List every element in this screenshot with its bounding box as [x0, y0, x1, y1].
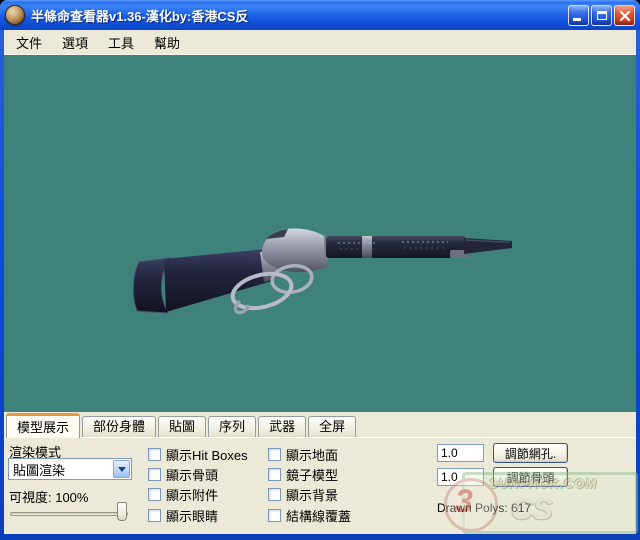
- checkbox-label: 顯示骨頭: [166, 465, 218, 484]
- menu-tools[interactable]: 工具: [98, 30, 144, 55]
- title-bar: 半條命查看器v1.36-漢化by:香港CS反: [0, 0, 640, 30]
- checkbox-show-background[interactable]: 顯示背景: [268, 485, 338, 504]
- checkbox-label: 顯示地面: [286, 445, 338, 464]
- menu-help[interactable]: 幫助: [144, 30, 190, 55]
- app-window: 半條命查看器v1.36-漢化by:香港CS反 文件 選項 工具 幫助: [0, 0, 640, 540]
- control-panel: 渲染模式 貼圖渲染 可視度: 100% 顯示Hit Boxes 顯示骨頭 顯示附…: [4, 437, 636, 534]
- tab-model-display[interactable]: 模型展示: [6, 413, 80, 438]
- checkbox-box[interactable]: [148, 488, 161, 501]
- checkbox-label: 鏡子模型: [286, 465, 338, 484]
- mesh-scale-input[interactable]: [437, 444, 484, 462]
- checkbox-box[interactable]: [148, 509, 161, 522]
- visibility-slider[interactable]: [8, 500, 130, 524]
- checkbox-label: 顯示附件: [166, 485, 218, 504]
- checkbox-show-ground[interactable]: 顯示地面: [268, 445, 338, 464]
- window-title: 半條命查看器v1.36-漢化by:香港CS反: [31, 6, 568, 25]
- drawn-polys-status: Drawn Polys: 617: [437, 501, 531, 515]
- checkbox-wireframe-overlay[interactable]: 結構線覆蓋: [268, 506, 351, 525]
- checkbox-label: 顯示Hit Boxes: [166, 445, 248, 464]
- checkbox-box[interactable]: [268, 468, 281, 481]
- menu-bar: 文件 選項 工具 幫助: [4, 30, 636, 55]
- tab-sequences[interactable]: 序列: [208, 416, 256, 437]
- menu-file[interactable]: 文件: [6, 30, 52, 55]
- minimize-icon: [573, 18, 581, 21]
- checkbox-box[interactable]: [148, 468, 161, 481]
- app-icon: [5, 5, 25, 25]
- tab-fullscreen[interactable]: 全屏: [308, 416, 356, 437]
- adjust-bones-button[interactable]: 調節骨頭: [493, 467, 568, 487]
- tab-weapons[interactable]: 武器: [258, 416, 306, 437]
- model-viewport[interactable]: [4, 55, 636, 412]
- checkbox-box[interactable]: [268, 488, 281, 501]
- checkbox-show-eyes[interactable]: 顯示眼睛: [148, 506, 218, 525]
- chevron-down-icon: [118, 467, 126, 472]
- close-button[interactable]: [614, 5, 635, 26]
- checkbox-box[interactable]: [148, 448, 161, 461]
- tab-strip: 模型展示 部份身體 貼圖 序列 武器 全屏: [4, 412, 636, 437]
- checkbox-mirror-model[interactable]: 鏡子模型: [268, 465, 338, 484]
- checkbox-box[interactable]: [268, 509, 281, 522]
- adjust-mesh-button[interactable]: 調節網孔.: [493, 443, 568, 463]
- menu-options[interactable]: 選項: [52, 30, 98, 55]
- tab-textures[interactable]: 貼圖: [158, 416, 206, 437]
- maximize-icon: [597, 11, 607, 20]
- checkbox-show-hitboxes[interactable]: 顯示Hit Boxes: [148, 445, 248, 464]
- render-mode-select[interactable]: 貼圖渲染: [8, 458, 132, 480]
- checkbox-show-attachments[interactable]: 顯示附件: [148, 485, 218, 504]
- slider-track: [10, 512, 128, 516]
- minimize-button[interactable]: [568, 5, 589, 26]
- checkbox-show-bones[interactable]: 顯示骨頭: [148, 465, 218, 484]
- checkbox-label: 顯示背景: [286, 485, 338, 504]
- bone-scale-input[interactable]: [437, 468, 484, 486]
- checkbox-box[interactable]: [268, 448, 281, 461]
- render-mode-value: 貼圖渲染: [9, 460, 112, 479]
- checkbox-label: 結構線覆蓋: [286, 506, 351, 525]
- window-controls: [568, 5, 635, 26]
- slider-thumb[interactable]: [117, 502, 127, 521]
- tab-body-parts[interactable]: 部份身體: [82, 416, 156, 437]
- checkbox-label: 顯示眼睛: [166, 506, 218, 525]
- close-icon: [619, 10, 631, 22]
- maximize-button[interactable]: [591, 5, 612, 26]
- combo-dropdown-button[interactable]: [113, 460, 130, 478]
- weapon-model: [4, 55, 636, 412]
